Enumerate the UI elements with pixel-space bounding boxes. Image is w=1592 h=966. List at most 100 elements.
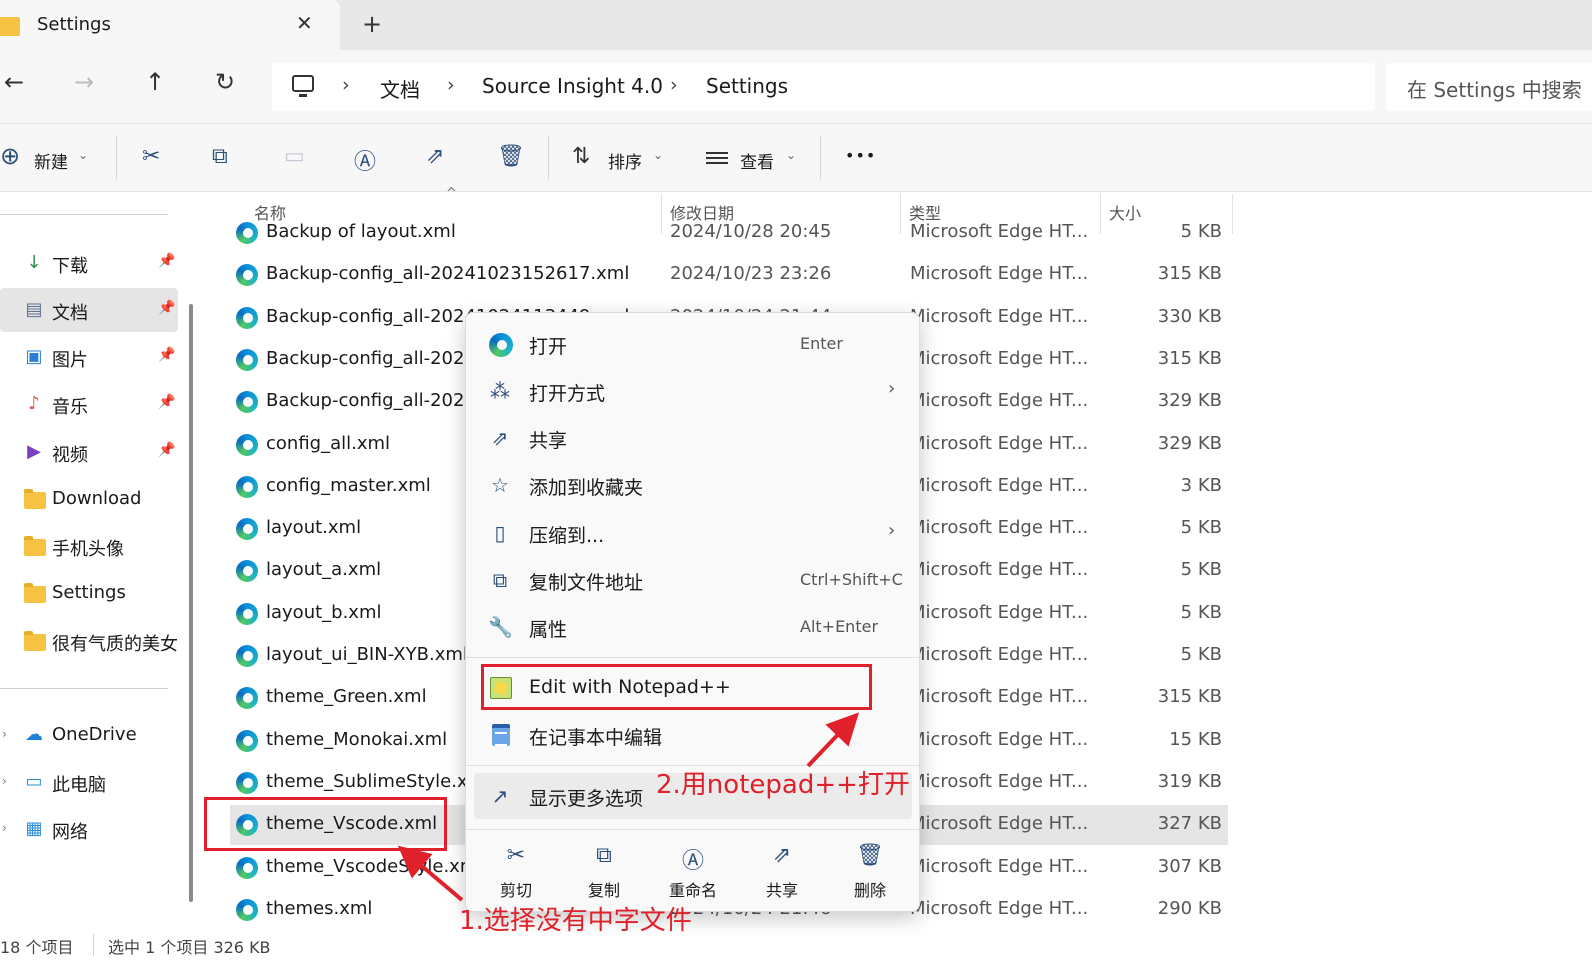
chevron-right-icon[interactable]: › [2,774,7,788]
search-input[interactable]: 在 Settings 中搜索 [1386,63,1592,111]
breadcrumb-settings[interactable]: Settings [706,74,788,98]
sidebar-item-label: 很有气质的美女壁纸 [52,634,178,655]
breadcrumb-separator[interactable]: › [447,74,455,96]
annotation-step-1: 1.选择没有中字文件 [459,906,692,936]
rename-icon[interactable]: Ⓐ [354,144,376,176]
edge-file-icon [236,264,258,287]
file-size: 315 KB [1157,263,1222,285]
forward-button[interactable]: → [74,68,94,96]
sidebar-item-downloads[interactable]: ↓ 下载 📌 [0,241,178,285]
file-name: layout_ui_BIN-XYB.xml [266,644,468,665]
table-row[interactable]: Backup of layout.xml 2024/10/28 20:45 Micr… [230,213,1228,253]
pin-icon[interactable]: 📌 [158,300,175,316]
share-icon[interactable]: ⇗ [426,144,444,169]
menu-item-label: 在记事本中编辑 [529,727,663,749]
copy-icon: ⧉ [596,843,612,868]
menu-item-label: 压缩到... [529,525,605,547]
sidebar-item-wallpaper[interactable]: 很有气质的美女壁纸 [0,619,178,663]
cut-icon[interactable]: ✂ [142,144,160,169]
chevron-down-icon: ⌄ [653,148,664,162]
menu-item-edit-notepad[interactable]: 在记事本中编辑 [474,712,912,758]
chevron-right-icon[interactable]: › [2,727,7,741]
sort-icon[interactable]: ⇅ [572,144,590,169]
file-name: config_all.xml [266,432,391,454]
pin-icon[interactable]: 📌 [158,347,175,363]
file-type: Microsoft Edge HT... [910,263,1089,285]
quick-action-rename[interactable]: Ⓐ 重命名 [653,843,733,903]
sidebar-item-music[interactable]: ♪ 音乐 📌 [0,382,178,426]
new-icon[interactable]: ⊕ [0,142,20,170]
back-button[interactable]: ← [4,68,24,96]
download-icon: ↓ [26,252,42,273]
breadcrumb-separator[interactable]: › [670,74,678,96]
annotation-box-selected-file [204,797,447,851]
paste-icon[interactable]: ▭ [284,144,305,169]
table-row[interactable]: Backup-config_all-20241023152617.xml 2024… [230,255,1228,295]
sidebar-scrollbar[interactable] [189,304,193,902]
menu-item-open-with[interactable]: ⁂ 打开方式 › [474,368,912,414]
menu-item-properties[interactable]: 🔧 属性 Alt+Enter [474,604,912,650]
edge-file-icon [236,518,258,541]
pin-icon[interactable]: 📌 [158,394,175,410]
breadcrumb-source-insight[interactable]: Source Insight 4.0 [482,74,663,98]
refresh-button[interactable]: ↻ [215,68,235,96]
pin-icon[interactable]: 📌 [158,442,175,458]
file-name: layout_a.xml [266,559,382,581]
quick-action-copy[interactable]: ⧉ 复制 [564,843,644,903]
pin-icon[interactable]: 📌 [158,253,175,269]
menu-item-copy-path[interactable]: ⧉ 复制文件地址 Ctrl+Shift+C [474,557,912,603]
address-bar[interactable]: › 文档 › Source Insight 4.0 › Settings [272,63,1375,111]
sidebar-item-documents[interactable]: ▤ 文档 📌 [0,288,178,332]
menu-item-label: 复制文件地址 [529,572,644,594]
copy-icon[interactable]: ⧉ [212,144,228,169]
more-options-button[interactable]: ••• [845,146,876,165]
menu-item-open[interactable]: 打开 Enter [474,321,912,367]
file-type: Microsoft Edge HT... [910,644,1089,665]
file-type: Microsoft Edge HT... [910,686,1089,708]
menu-item-add-favorites[interactable]: ☆ 添加到收藏夹 [474,462,912,508]
sidebar-item-phone-avatar[interactable]: 手机头像 [0,524,178,568]
divider [466,829,919,830]
folder-icon [24,489,46,509]
folder-icon [24,536,46,556]
sidebar-item-pictures[interactable]: ▣ 图片 📌 [0,335,178,379]
rename-icon: Ⓐ [681,849,704,874]
sidebar-item-this-pc[interactable]: › ▭ 此电脑 [0,760,178,804]
selection-info: 选中 1 个项目 326 KB [108,938,271,957]
file-size: 315 KB [1157,686,1222,708]
up-button[interactable]: ↑ [145,68,165,96]
quick-action-share[interactable]: ⇗ 共享 [742,843,822,903]
sidebar-item-videos[interactable]: ▶ 视频 📌 [0,430,178,474]
new-button[interactable]: 新建 [34,148,68,173]
new-tab-button[interactable]: + [362,10,382,38]
breadcrumb-documents[interactable]: 文档 [380,74,420,103]
sidebar-item-settings[interactable]: Settings [0,571,178,615]
file-name: config_master.xml [266,474,431,496]
folder-icon [24,631,46,651]
menu-item-compress[interactable]: ▯ 压缩到... › [474,510,912,556]
sidebar-item-network[interactable]: › ▦ 网络 [0,807,178,851]
breadcrumb-separator[interactable]: › [342,74,350,96]
sort-button[interactable]: 排序 [608,148,642,173]
close-icon[interactable]: ✕ [296,11,313,35]
navigation-pane: ↓ 下载 📌 ▤ 文档 📌 ▣ 图片 📌 ♪ 音乐 📌 ▶ 视频 📌 Downl… [0,192,205,930]
sidebar-item-download-folder[interactable]: Download [0,477,178,521]
divider [93,934,94,956]
chevron-right-icon: › [888,378,896,399]
sidebar-item-onedrive[interactable]: › ☁ OneDrive [0,713,178,757]
file-type: Microsoft Edge HT... [910,897,1089,919]
file-name: Backup of layout.xml [266,221,456,242]
menu-item-share[interactable]: ⇗ 共享 [474,415,912,461]
quick-action-cut[interactable]: ✂ 剪切 [476,843,556,903]
view-icon[interactable] [706,152,728,164]
chevron-right-icon[interactable]: › [2,821,7,835]
delete-icon[interactable]: 🗑 [497,144,525,169]
view-button[interactable]: 查看 [740,148,774,173]
tab-settings[interactable]: Settings ✕ [0,0,340,50]
edge-file-icon [236,687,258,710]
sidebar-item-label: 手机头像 [52,539,124,560]
column-divider[interactable] [1232,194,1233,234]
edge-file-icon [236,306,258,329]
quick-action-delete[interactable]: 🗑 删除 [830,843,910,903]
file-type: Microsoft Edge HT... [910,474,1089,496]
